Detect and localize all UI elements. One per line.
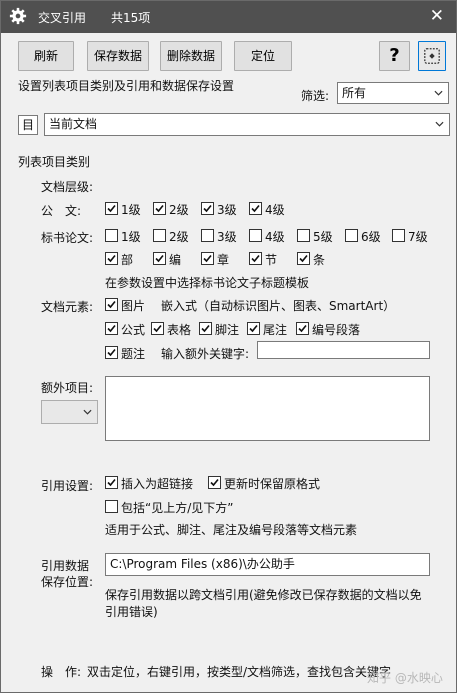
table-checkbox[interactable]: [151, 322, 164, 335]
title-bar: 交叉引用 共15项 ✕: [1, 1, 456, 33]
tender-level-1-label: 1级: [121, 230, 141, 244]
document-value: 当前文档: [49, 117, 98, 131]
endnote-checkbox[interactable]: [247, 322, 260, 335]
picture-label: 图片: [121, 299, 146, 313]
item-count: 共15项: [111, 11, 151, 25]
document-list-button[interactable]: 目: [18, 115, 38, 135]
pin-button[interactable]: [418, 41, 446, 71]
extra-items-textarea[interactable]: [105, 376, 430, 441]
apply-hint: 适用于公式、脚注、尾注及编号段落等文档元素: [105, 523, 358, 537]
footnote-label: 脚注: [215, 323, 240, 337]
hyperlink-label: 插入为超链接: [121, 477, 194, 491]
filter-select[interactable]: 所有: [337, 82, 449, 104]
tender-level-6-label: 6级: [361, 230, 381, 244]
levels-label: 文档层级:: [41, 180, 94, 194]
official-level-1-checkbox[interactable]: [105, 202, 118, 215]
official-level-4-checkbox[interactable]: [249, 202, 262, 215]
numbered-paragraph-checkbox[interactable]: [296, 322, 309, 335]
tender-volume-checkbox[interactable]: [153, 252, 166, 265]
tender-chapter-checkbox[interactable]: [201, 252, 214, 265]
storage-hint-line1: 保存引用数据以跨文档引用(避免修改已保存数据的文档以免: [105, 588, 422, 602]
help-button[interactable]: ?: [379, 41, 410, 71]
watermark: 知乎 @水映心: [367, 671, 443, 685]
include-above-below-label: 包括“见上方/见下方”: [121, 501, 234, 515]
official-level-2-label: 2级: [169, 203, 189, 217]
footnote-checkbox[interactable]: [199, 322, 212, 335]
filter-label: 筛选:: [301, 89, 330, 103]
cross-reference-window: 交叉引用 共15项 ✕ 刷新 保存数据 删除数据 定位 ? 设置列表项目类别及引…: [0, 0, 457, 693]
include-above-below-checkbox[interactable]: [105, 500, 118, 513]
keep-format-checkbox[interactable]: [208, 476, 221, 489]
tender-chapter-label: 章: [217, 253, 230, 267]
gear-icon: [9, 7, 27, 25]
tender-level-4-label: 4级: [265, 230, 285, 244]
extra-label: 额外项目:: [41, 381, 94, 395]
locate-button[interactable]: 定位: [234, 41, 292, 71]
storage-path-input[interactable]: C:\Program Files (x86)\办公助手: [105, 553, 430, 576]
document-select[interactable]: 当前文档: [44, 113, 450, 136]
tender-article-label: 条: [313, 253, 326, 267]
template-hint: 在参数设置中选择标书论文子标题模板: [105, 276, 310, 290]
delete-data-button[interactable]: 删除数据: [160, 41, 222, 71]
keyword-label: 输入额外关键字:: [161, 347, 250, 361]
keyword-input[interactable]: [257, 341, 430, 359]
official-level-2-checkbox[interactable]: [153, 202, 166, 215]
reference-label: 引用设置:: [41, 479, 94, 493]
tender-level-5-checkbox[interactable]: [297, 229, 310, 242]
tender-section-checkbox[interactable]: [249, 252, 262, 265]
operation-label: 操 作:: [41, 665, 82, 679]
tender-level-3-label: 3级: [217, 230, 237, 244]
operation-text: 双击定位，右键引用，按类型/文档筛选，查找包含关键字: [87, 665, 392, 679]
tender-section-label: 节: [265, 253, 278, 267]
keep-format-label: 更新时保留原格式: [224, 477, 321, 491]
tender-level-5-label: 5级: [313, 230, 333, 244]
hyperlink-checkbox[interactable]: [105, 476, 118, 489]
formula-label: 公式: [121, 323, 146, 337]
window-title: 交叉引用: [38, 11, 87, 25]
storage-label-line2: 保存位置:: [41, 575, 94, 589]
chevron-down-icon: [435, 121, 444, 127]
extra-type-select[interactable]: [41, 400, 98, 424]
tender-part-checkbox[interactable]: [105, 252, 118, 265]
table-label: 表格: [167, 323, 192, 337]
settings-caption: 设置列表项目类别及引用和数据保存设置: [18, 79, 235, 93]
elements-label: 文档元素:: [41, 300, 94, 314]
formula-checkbox[interactable]: [105, 322, 118, 335]
picture-checkbox[interactable]: [105, 298, 118, 311]
tender-volume-label: 编: [169, 253, 182, 267]
pin-icon: [424, 48, 440, 64]
official-level-3-label: 3级: [217, 203, 237, 217]
storage-label-line1: 引用数据: [41, 559, 90, 573]
close-icon[interactable]: ✕: [430, 6, 444, 26]
tender-level-6-checkbox[interactable]: [345, 229, 358, 242]
caption-label: 题注: [121, 347, 146, 361]
tender-label: 标书论文:: [41, 231, 94, 245]
storage-hint-line2: 引用错误): [105, 605, 158, 619]
tender-level-7-label: 7级: [408, 230, 428, 244]
refresh-button[interactable]: 刷新: [18, 41, 74, 71]
tender-level-2-checkbox[interactable]: [153, 229, 166, 242]
official-level-1-label: 1级: [121, 203, 141, 217]
tender-article-checkbox[interactable]: [297, 252, 310, 265]
official-level-4-label: 4级: [265, 203, 285, 217]
endnote-label: 尾注: [263, 323, 288, 337]
tender-level-2-label: 2级: [169, 230, 189, 244]
tender-level-1-checkbox[interactable]: [105, 229, 118, 242]
caption-checkbox[interactable]: [105, 346, 118, 359]
chevron-down-icon: [434, 90, 443, 96]
tender-level-4-checkbox[interactable]: [249, 229, 262, 242]
category-title: 列表项目类别: [18, 155, 91, 169]
filter-value: 所有: [342, 86, 367, 100]
save-data-button[interactable]: 保存数据: [87, 41, 149, 71]
tender-level-7-checkbox[interactable]: [392, 229, 405, 242]
chevron-down-icon: [83, 409, 92, 415]
tender-level-3-checkbox[interactable]: [201, 229, 214, 242]
official-label: 公 文:: [41, 204, 82, 218]
official-level-3-checkbox[interactable]: [201, 202, 214, 215]
numbered-paragraph-label: 编号段落: [312, 323, 361, 337]
tender-part-label: 部: [121, 253, 134, 267]
embedded-hint: 嵌入式（自动标识图片、图表、SmartArt）: [161, 299, 396, 313]
